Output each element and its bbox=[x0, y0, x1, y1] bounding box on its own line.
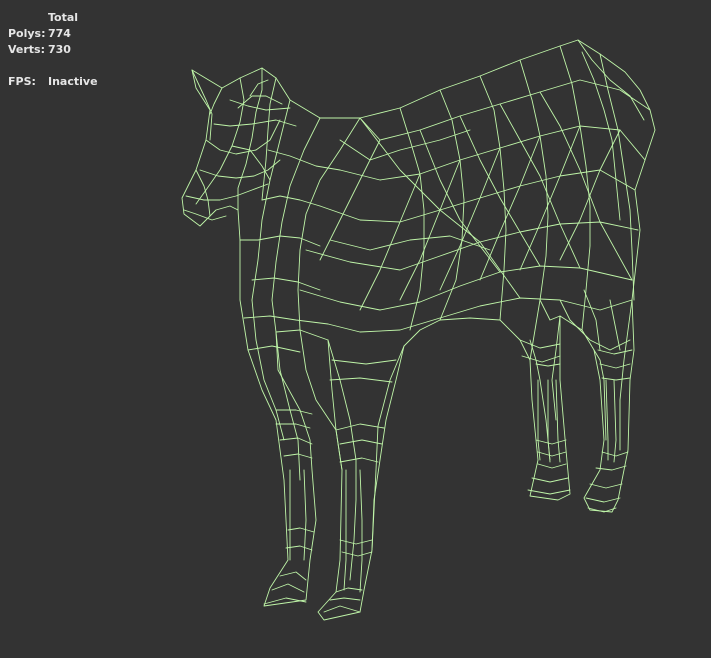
verts-row: Verts: 730 bbox=[8, 42, 98, 58]
fps-value: Inactive bbox=[48, 75, 98, 88]
stats-header: Total bbox=[48, 11, 79, 24]
stats-spacer bbox=[8, 58, 98, 74]
polys-row: Polys: 774 bbox=[8, 26, 98, 42]
stats-overlay: Total Polys: 774 Verts: 730 FPS: Inactiv… bbox=[8, 10, 98, 90]
3d-viewport[interactable]: Total Polys: 774 Verts: 730 FPS: Inactiv… bbox=[0, 0, 711, 658]
polys-label: Polys: bbox=[8, 27, 46, 40]
stats-header-row: Total bbox=[8, 10, 98, 26]
horse-wireframe-model[interactable] bbox=[0, 0, 711, 658]
fps-label: FPS: bbox=[8, 75, 36, 88]
polys-value: 774 bbox=[48, 27, 71, 40]
fps-row: FPS: Inactive bbox=[8, 74, 98, 90]
verts-label: Verts: bbox=[8, 43, 46, 56]
verts-value: 730 bbox=[48, 43, 71, 56]
